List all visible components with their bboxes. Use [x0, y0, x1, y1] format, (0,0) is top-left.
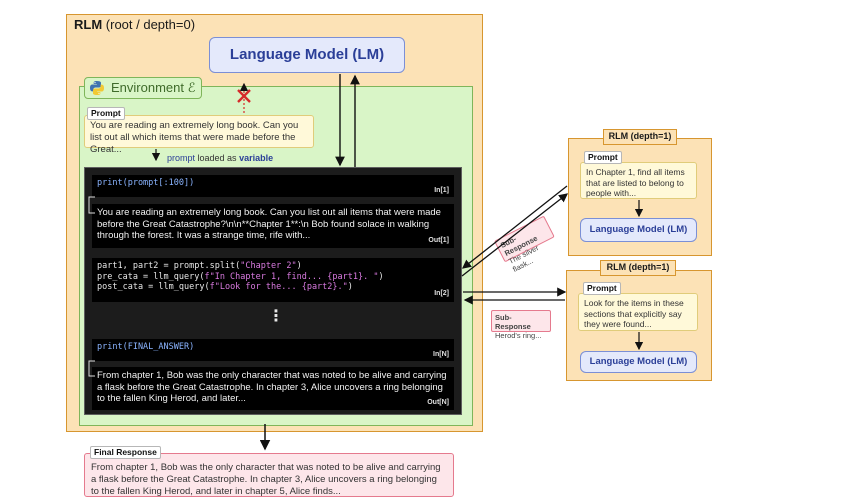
- repl-cell-2: part1, part2 = prompt.split("Chapter 2")…: [92, 258, 454, 302]
- final-response-text: From chapter 1, Bob was the only charact…: [91, 462, 441, 497]
- cell-1-tag: In[1]: [434, 187, 449, 194]
- python-icon: [90, 81, 104, 95]
- output-1-tag: Out[1]: [428, 236, 449, 244]
- sub-rlm-2-title: RLM (depth=1): [600, 260, 676, 276]
- repl-cell-n: print(FINAL_ANSWER) In[N]: [92, 339, 454, 361]
- cell-n-code: print(FINAL_ANSWER): [97, 342, 195, 352]
- output-n-text: From chapter 1, Bob was the only charact…: [97, 370, 447, 404]
- repl-cell-1: print(prompt[:100]) In[1]: [92, 175, 454, 197]
- sub-rlm-1-language-model-box: Language Model (LM): [580, 218, 697, 242]
- more-cells-ellipsis: ⋮: [268, 308, 284, 325]
- sub-rlm-1-prompt-card: In Chapter 1, find all items that are li…: [580, 162, 697, 199]
- repl-output-n: From chapter 1, Bob was the only charact…: [92, 367, 454, 410]
- output-1-text: You are reading an extremely long book. …: [97, 207, 441, 241]
- cell-1-code: print(prompt[:100]): [97, 178, 195, 188]
- cell-2-tag: In[2]: [434, 289, 449, 297]
- final-response-card: From chapter 1, Bob was the only charact…: [84, 453, 454, 497]
- root-language-model-box: Language Model (LM): [209, 37, 405, 73]
- output-n-tag: Out[N]: [427, 398, 449, 406]
- cell-n-tag: In[N]: [433, 351, 449, 358]
- prompt-loaded-caption: prompt loaded as variable: [167, 153, 274, 163]
- root-prompt-tag: Prompt: [87, 107, 125, 120]
- sub-rlm-1-prompt-tag: Prompt: [584, 151, 622, 164]
- repl-output-1: You are reading an extremely long book. …: [92, 204, 454, 248]
- sub-rlm-1-title: RLM (depth=1): [603, 129, 677, 145]
- sub-rlm-2-prompt-card: Look for the items in these sections tha…: [578, 293, 698, 331]
- sub-response-1: Sub-Response The silver flask...: [494, 215, 555, 274]
- sub-response-2: Sub-Response Herod's ring...: [491, 310, 551, 340]
- sub-rlm-2-prompt-tag: Prompt: [583, 282, 621, 295]
- root-rlm-title: RLM (root / depth=0): [74, 17, 196, 32]
- final-response-tag: Final Response: [90, 446, 161, 459]
- sub-rlm-2-language-model-box: Language Model (LM): [580, 351, 697, 373]
